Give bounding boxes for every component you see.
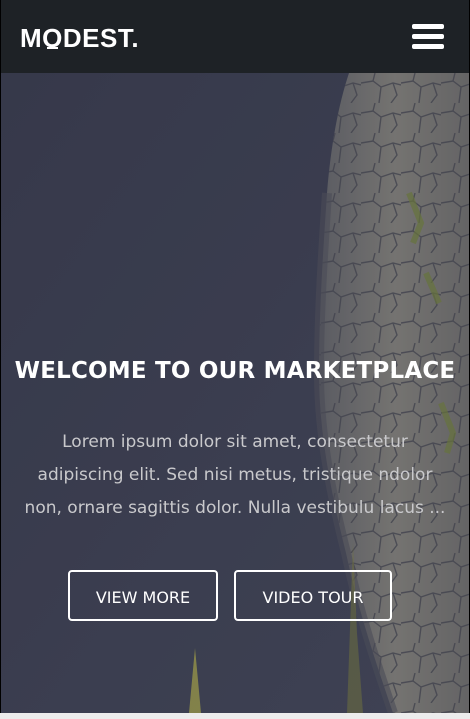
site-logo[interactable]: MODEST. (20, 22, 139, 54)
top-navbar: MODEST. (0, 0, 470, 73)
logo-letter-o: O (42, 23, 63, 53)
hamburger-menu-icon[interactable] (412, 22, 444, 50)
menu-bar-bottom (412, 44, 444, 49)
view-more-button[interactable]: VIEW MORE (68, 570, 218, 621)
logo-letter-m: M (20, 23, 43, 53)
hero-title: WELCOME TO OUR MARKETPLACE (14, 358, 456, 384)
logo-letters-dest: DEST. (62, 23, 140, 53)
hero-description-line: non, ornare sagittis dolor. Nulla vestib… (24, 498, 446, 518)
hero-description: Lorem ipsum dolor sit amet, consectetur … (5, 426, 465, 525)
hero-description-line: adipiscing elit. Sed nisi metus, tristiq… (37, 465, 433, 485)
video-tour-button[interactable]: VIDEO TOUR (234, 570, 392, 621)
menu-bar-top (412, 24, 444, 29)
bottom-edge (0, 713, 470, 719)
menu-bar-middle (412, 34, 444, 39)
hero-description-line: Lorem ipsum dolor sit amet, consectetur (62, 432, 408, 452)
hero-section: WELCOME TO OUR MARKETPLACE Lorem ipsum d… (0, 73, 470, 713)
